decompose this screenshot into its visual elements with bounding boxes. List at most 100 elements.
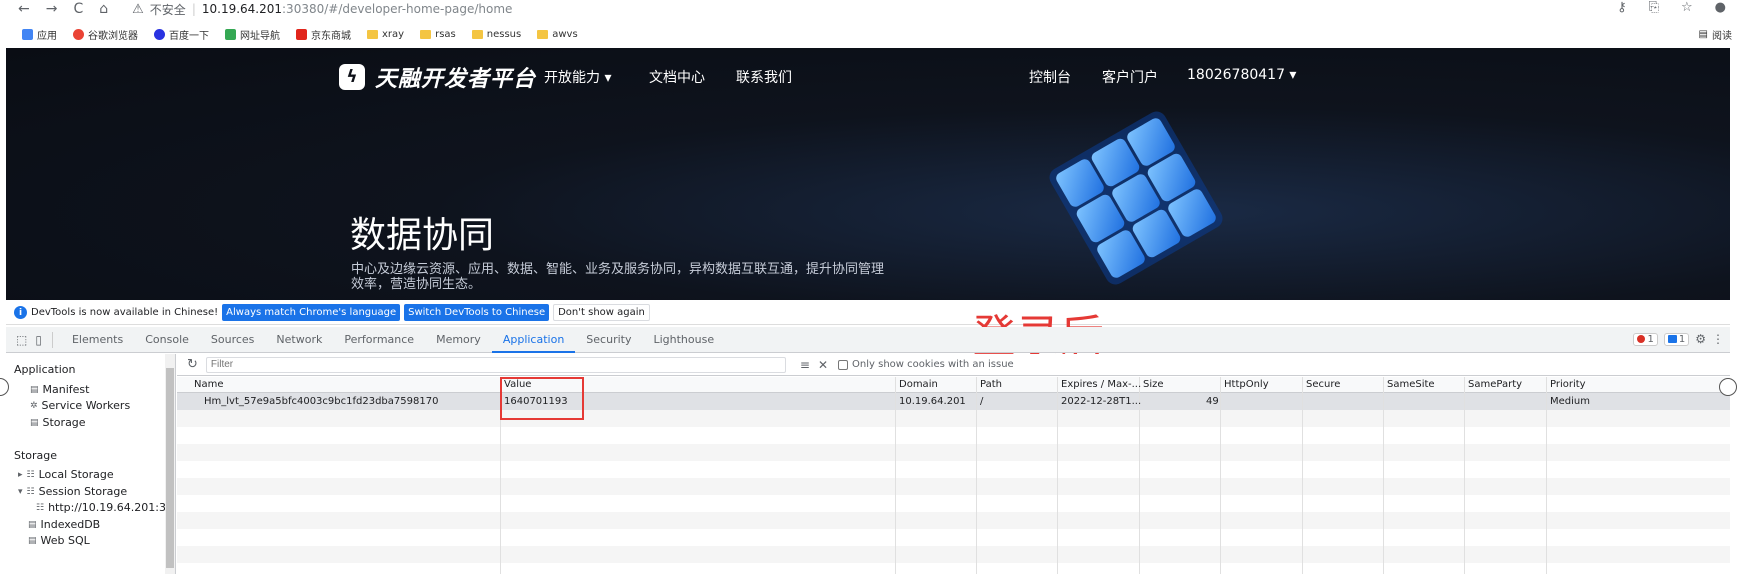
sidebar-item-manifest[interactable]: ▤ Manifest <box>30 383 89 396</box>
col-header-samesite[interactable]: SameSite <box>1387 377 1435 393</box>
url-path: :30380/#/developer-home-page/home <box>282 2 513 16</box>
back-icon[interactable]: ← <box>18 1 30 17</box>
grid-icon: ☷ <box>26 469 35 480</box>
clear-all-icon[interactable]: ✕ <box>818 358 828 372</box>
star-icon[interactable]: ☆ <box>1681 0 1693 15</box>
tab-lighthouse[interactable]: Lighthouse <box>642 327 725 353</box>
sidebar-item-service-workers[interactable]: ✲ Service Workers <box>30 399 130 412</box>
bookmark-baidu[interactable]: 百度一下 <box>154 27 209 42</box>
col-header-priority[interactable]: Priority <box>1550 377 1586 393</box>
cookie-name[interactable]: Hm_lvt_57e9a5bfc4003c9bc1fd23dba7598170 <box>204 393 438 410</box>
site-logo[interactable]: ϟ 天融开发者平台 <box>339 61 536 93</box>
column-divider[interactable] <box>1464 377 1465 574</box>
nav-user-account[interactable]: 18026780417 ▾ <box>1187 67 1296 83</box>
folder-icon <box>367 29 378 39</box>
col-header-httponly[interactable]: HttpOnly <box>1224 377 1269 393</box>
nav-contact[interactable]: 联系我们 <box>736 67 792 87</box>
bookmark-jd[interactable]: 京东商城 <box>296 27 351 42</box>
reading-list[interactable]: ▤ 阅读 <box>1699 27 1732 42</box>
nav-open-capabilities[interactable]: 开放能力 ▾ <box>544 67 611 87</box>
col-header-name[interactable]: Name <box>194 377 224 393</box>
match-language-button[interactable]: Always match Chrome's language <box>222 304 401 321</box>
tab-console[interactable]: Console <box>134 327 200 353</box>
column-divider[interactable] <box>1546 377 1547 574</box>
sidebar-item-session-storage[interactable]: ▾ ☷ Session Storage <box>18 485 127 498</box>
column-divider[interactable] <box>1302 377 1303 574</box>
devtools-status: 1 1 ⚙ ⋮ <box>1633 332 1724 346</box>
bookmark-rsas[interactable]: rsas <box>420 29 456 40</box>
info-icon: i <box>14 306 27 319</box>
col-header-size[interactable]: Size <box>1143 377 1164 393</box>
only-issue-checkbox[interactable]: Only show cookies with an issue <box>838 359 1014 370</box>
security-label: 不安全 <box>149 2 186 17</box>
warning-icon: ⚠ <box>132 1 144 17</box>
right-resize-handle[interactable] <box>1719 378 1737 396</box>
sidebar-item-storage[interactable]: ▤ Storage <box>30 416 86 429</box>
cookie-domain[interactable]: 10.19.64.201 <box>899 393 966 410</box>
sidebar-item-indexeddb[interactable]: ▤ IndexedDB <box>28 518 100 531</box>
column-divider[interactable] <box>976 377 977 574</box>
tab-memory[interactable]: Memory <box>425 327 492 353</box>
cookie-priority[interactable]: Medium <box>1550 393 1590 410</box>
url-field[interactable]: ⚠ 不安全 | 10.19.64.201:30380/#/developer-h… <box>132 1 512 18</box>
bookmark-apps[interactable]: 应用 <box>22 27 57 42</box>
settings-icon[interactable]: ⚙ <box>1695 332 1706 346</box>
apps-grid-icon <box>22 28 33 40</box>
sidebar-scrollbar[interactable] <box>165 354 175 574</box>
share-icon[interactable]: ⎘ <box>1649 0 1659 15</box>
home-icon[interactable]: ⌂ <box>99 1 108 17</box>
sidebar-item-session-origin[interactable]: ☷ http://10.19.64.201:3038 <box>36 501 175 514</box>
dont-show-button[interactable]: Don't show again <box>553 304 650 321</box>
col-header-expires[interactable]: Expires / Max-... <box>1061 377 1141 393</box>
sidebar-scroll-thumb[interactable] <box>166 368 174 568</box>
bookmark-nessus[interactable]: nessus <box>471 29 521 40</box>
column-divider[interactable] <box>1220 377 1221 574</box>
inspect-icon[interactable]: ⬚ <box>16 333 27 347</box>
tab-sources[interactable]: Sources <box>200 327 266 353</box>
gear-icon: ✲ <box>30 400 38 411</box>
file-icon: ▤ <box>30 384 39 395</box>
cookie-path[interactable]: / <box>980 393 983 410</box>
filter-input[interactable] <box>205 356 786 373</box>
logo-bolt-icon: ϟ <box>339 64 365 90</box>
checkbox-box[interactable] <box>838 359 849 370</box>
sidebar-item-websql[interactable]: ▤ Web SQL <box>28 534 90 547</box>
device-toolbar-icon[interactable]: ▯ <box>35 333 42 347</box>
folder-icon <box>471 29 483 39</box>
message-badge[interactable]: 1 <box>1663 332 1690 346</box>
key-icon[interactable]: ⚷ <box>1617 0 1627 15</box>
error-badge[interactable]: 1 <box>1633 332 1658 346</box>
refresh-icon[interactable]: ↻ <box>187 357 198 372</box>
baidu-icon <box>154 28 165 40</box>
cookie-expires[interactable]: 2022-12-28T1... <box>1061 393 1141 410</box>
bookmark-awvs[interactable]: awvs <box>537 29 578 40</box>
bookmark-chrome[interactable]: 谷歌浏览器 <box>73 27 138 42</box>
database-icon: ▤ <box>28 535 37 546</box>
col-header-path[interactable]: Path <box>980 377 1002 393</box>
more-icon[interactable]: ⋮ <box>1712 332 1724 346</box>
column-divider[interactable] <box>1383 377 1384 574</box>
cookie-size[interactable]: 49 <box>1206 393 1219 410</box>
tab-application[interactable]: Application <box>491 327 576 353</box>
column-divider[interactable] <box>1057 377 1058 574</box>
col-header-secure[interactable]: Secure <box>1306 377 1340 393</box>
tab-security[interactable]: Security <box>575 327 642 353</box>
column-divider[interactable] <box>895 377 896 574</box>
sidebar-item-local-storage[interactable]: ▸ ☷ Local Storage <box>18 468 114 481</box>
clear-filtered-icon[interactable]: ≡ <box>800 358 810 372</box>
forward-icon[interactable]: → <box>46 1 58 17</box>
col-header-domain[interactable]: Domain <box>899 377 938 393</box>
nav-customer-portal[interactable]: 客户门户 <box>1102 67 1158 87</box>
nav-docs[interactable]: 文档中心 <box>649 67 705 87</box>
switch-chinese-button[interactable]: Switch DevTools to Chinese <box>404 304 550 321</box>
tab-network[interactable]: Network <box>265 327 333 353</box>
col-header-sameparty[interactable]: SameParty <box>1468 377 1522 393</box>
tab-performance[interactable]: Performance <box>333 327 425 353</box>
nav-console[interactable]: 控制台 <box>1029 67 1071 87</box>
profile-icon[interactable]: ● <box>1715 0 1726 15</box>
bookmark-navigation[interactable]: 网址导航 <box>225 27 280 42</box>
reload-icon[interactable]: C <box>73 1 83 17</box>
highlight-box <box>500 377 584 420</box>
bookmark-xray[interactable]: xray <box>367 29 404 40</box>
tab-elements[interactable]: Elements <box>61 327 134 353</box>
